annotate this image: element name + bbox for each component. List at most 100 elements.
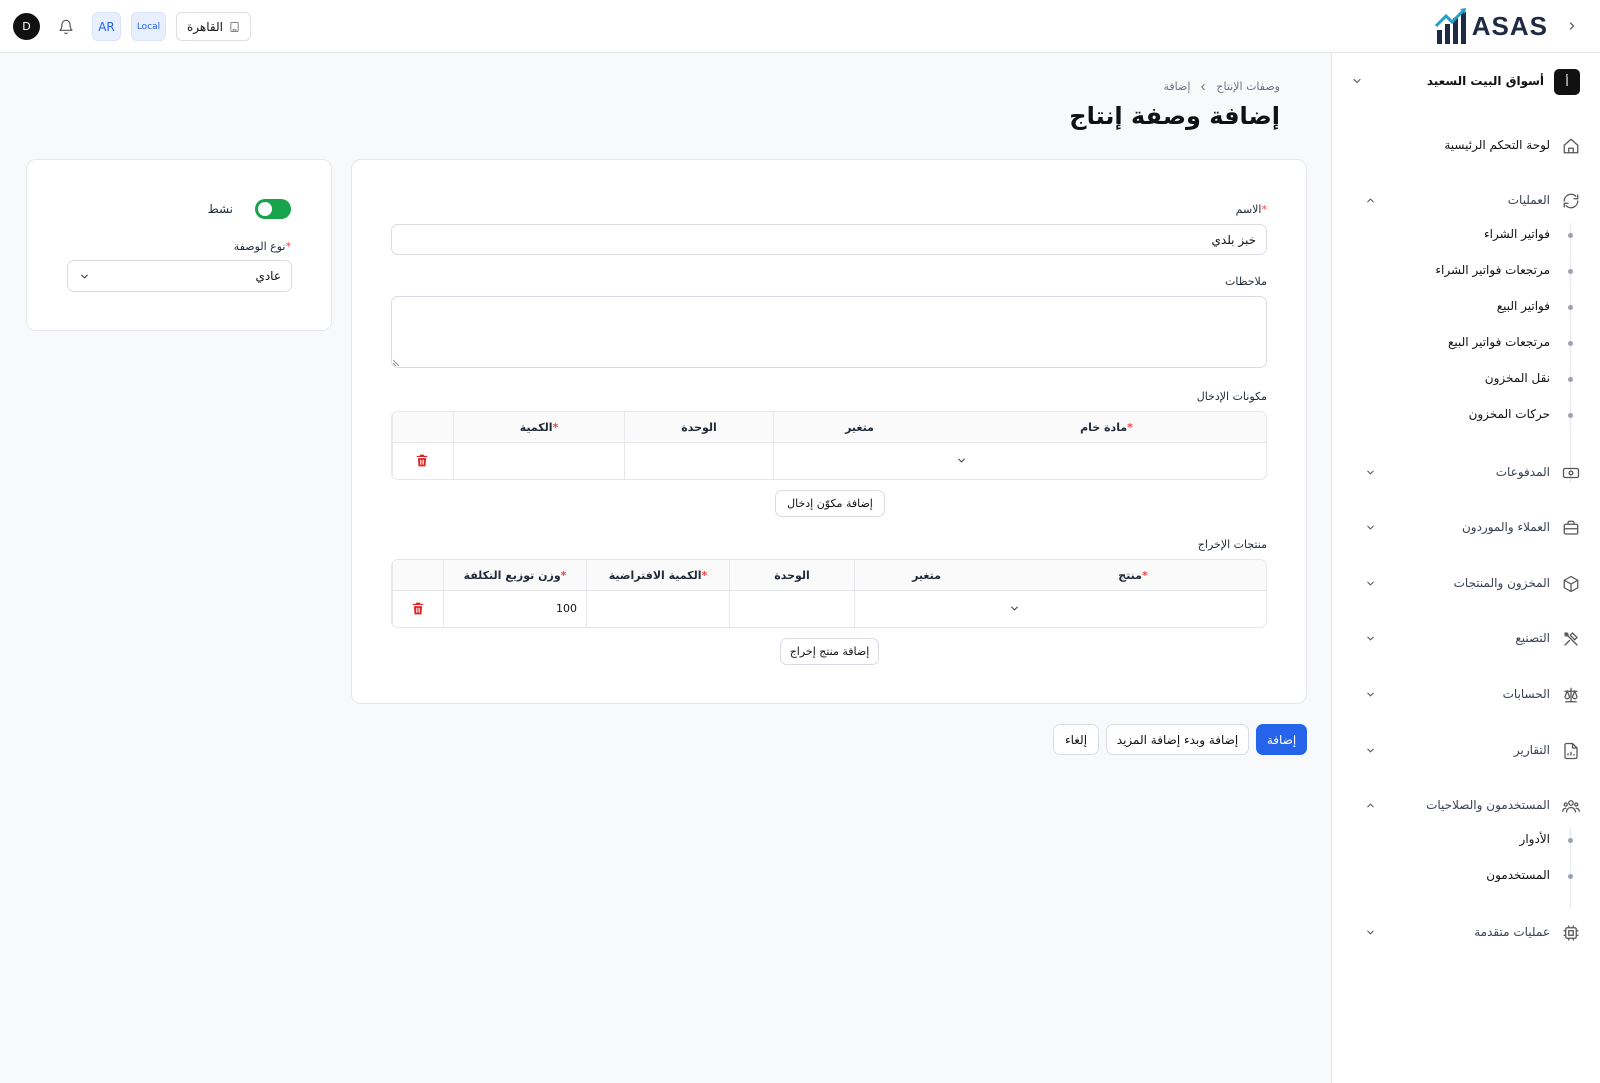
recipe-form-card: *الاسم خبز بلدي ملاحظات مكونات الإدخال *… [351, 159, 1307, 704]
briefcase-icon [1562, 519, 1580, 537]
sidebar-item-reports[interactable]: التقارير [1332, 733, 1600, 769]
sidebar-item-label: عمليات متقدمة [1474, 925, 1550, 939]
default-quantity-input[interactable] [586, 591, 729, 627]
column-header-variant: متغير [854, 560, 998, 590]
trash-icon[interactable] [415, 453, 429, 468]
column-header-variant: متغير [773, 412, 945, 442]
column-header-text: منتج [1118, 568, 1142, 582]
sidebar-subitem-sales-returns[interactable]: مرتجعات فواتير البيع [1332, 329, 1600, 357]
sidebar-subitem-label: حركات المخزون [1468, 407, 1550, 421]
sidebar-item-manufacturing[interactable]: التصنيع [1332, 621, 1600, 657]
column-header-unit: الوحدة [624, 412, 773, 442]
raw-material-select[interactable] [945, 443, 1266, 479]
sidebar-subitem-label: الأدوار [1519, 832, 1550, 846]
breadcrumb-parent[interactable]: وصفات الإنتاج [1216, 80, 1280, 93]
cost-weight-value: 100 [556, 602, 577, 615]
add-input-component-button[interactable]: إضافة مكوّن إدخال [775, 490, 885, 517]
name-label: *الاسم [1236, 203, 1267, 216]
chevron-right-icon[interactable] [1562, 16, 1582, 36]
user-avatar[interactable]: D [13, 13, 40, 40]
add-output-product-button[interactable]: إضافة منتج إخراج [780, 638, 879, 665]
chevron-up-icon [1365, 800, 1376, 811]
output-products-title: منتجات الإخراج [1197, 538, 1267, 551]
required-marker: * [1261, 203, 1268, 216]
sidebar-item-label: لوحة التحكم الرئيسية [1444, 138, 1550, 152]
top-bar-actions: D AR Local القاهرة [13, 12, 251, 41]
cancel-button[interactable]: إلغاء [1053, 724, 1099, 755]
add-button[interactable]: إضافة [1256, 724, 1307, 755]
output-products-table: * وزن توزيع التكلفة * الكمية الافتراضية ال… [391, 559, 1267, 628]
sidebar-item-label: المستخدمون والصلاحيات [1426, 798, 1550, 812]
table-header: * الكمية الوحدة متغير * مادة خام [392, 412, 1266, 443]
company-selector[interactable]: أ أسواق البيت السعيد [1351, 67, 1580, 97]
environment-badge[interactable]: Local [131, 12, 166, 41]
column-header-cost-weight: * وزن توزيع التكلفة [443, 560, 586, 590]
trash-icon[interactable] [411, 601, 425, 616]
file-chart-icon [1562, 742, 1580, 760]
chevron-down-icon [1365, 578, 1376, 589]
unit-input[interactable] [624, 443, 773, 479]
bullet [1568, 838, 1573, 843]
building-icon [229, 21, 240, 33]
sidebar-item-payments[interactable]: المدفوعات [1332, 455, 1600, 491]
sidebar-subitem-purchase-returns[interactable]: مرتجعات فواتير الشراء [1332, 257, 1600, 285]
sidebar-item-customers-suppliers[interactable]: العملاء والموردون [1332, 510, 1600, 546]
logo[interactable]: ASAS [1434, 6, 1548, 46]
cpu-icon [1562, 924, 1580, 942]
bullet [1568, 874, 1573, 879]
bell-icon[interactable] [52, 13, 80, 41]
variant-select[interactable] [854, 591, 998, 627]
chevron-down-icon [1365, 522, 1376, 533]
sidebar-item-operations[interactable]: العمليات [1332, 183, 1600, 219]
branch-selector[interactable]: القاهرة [176, 12, 251, 41]
chevron-down-icon [1365, 927, 1376, 938]
branch-label: القاهرة [187, 19, 223, 34]
table-header: * وزن توزيع التكلفة * الكمية الافتراضية ال… [392, 560, 1266, 591]
sidebar-item-label: العمليات [1507, 193, 1550, 207]
column-header-quantity: * الكمية [453, 412, 624, 442]
sidebar-subitem-stock-movements[interactable]: حركات المخزون [1332, 401, 1600, 429]
sidebar-item-advanced[interactable]: عمليات متقدمة [1332, 915, 1600, 951]
language-button[interactable]: AR [92, 12, 121, 41]
column-header-product: * منتج [998, 560, 1266, 590]
sidebar-item-accounts[interactable]: الحسابات [1332, 677, 1600, 713]
sidebar-subitem-purchase-invoices[interactable]: فواتير الشراء [1332, 221, 1600, 249]
product-select[interactable] [998, 591, 1266, 627]
chevron-down-icon [1011, 606, 1018, 611]
name-input[interactable]: خبز بلدي [391, 224, 1267, 255]
breadcrumb-current: إضافة [1163, 80, 1191, 93]
recipe-type-label-text: نوع الوصفة [233, 240, 286, 253]
recipe-type-select[interactable]: عادي [67, 260, 292, 292]
required-marker: * [1141, 568, 1148, 582]
quantity-input[interactable] [453, 443, 624, 479]
unit-input[interactable] [729, 591, 854, 627]
sidebar-item-label: العملاء والموردون [1461, 520, 1550, 534]
sidebar-subitem-roles[interactable]: الأدوار [1332, 826, 1600, 854]
column-header-default-quantity: * الكمية الافتراضية [586, 560, 729, 590]
breadcrumb: وصفات الإنتاج إضافة [1164, 80, 1281, 93]
chevron-down-icon [1351, 75, 1363, 87]
home-icon [1562, 137, 1580, 155]
column-header-text: مادة خام [1080, 420, 1128, 434]
sidebar-item-inventory-products[interactable]: المخزون والمنتجات [1332, 566, 1600, 602]
notes-textarea[interactable] [391, 296, 1267, 368]
refresh-icon [1562, 192, 1580, 210]
notes-label: ملاحظات [1225, 275, 1267, 288]
sidebar-subitem-label: مرتجعات فواتير الشراء [1435, 263, 1550, 277]
sidebar-subitem-sales-invoices[interactable]: فواتير البيع [1332, 293, 1600, 321]
active-toggle[interactable] [255, 199, 291, 219]
recipe-type-value: عادي [255, 269, 281, 283]
variant-select[interactable] [773, 443, 945, 479]
cost-weight-input[interactable]: 100 [443, 591, 586, 627]
actions-column-header [392, 560, 443, 590]
sidebar-item-dashboard[interactable]: لوحة التحكم الرئيسية [1332, 128, 1600, 164]
sidebar-item-users-permissions[interactable]: المستخدمون والصلاحيات [1332, 788, 1600, 824]
add-and-new-button[interactable]: إضافة وبدء إضافة المزيد [1106, 724, 1249, 755]
sidebar-subitem-users[interactable]: المستخدمون [1332, 862, 1600, 890]
chevron-down-icon [1365, 467, 1376, 478]
sidebar-subitem-stock-transfer[interactable]: نقل المخزون [1332, 365, 1600, 393]
sidebar-subitem-label: نقل المخزون [1484, 371, 1550, 385]
bullet [1568, 269, 1573, 274]
sidebar: أ أسواق البيت السعيد لوحة التحكم الرئيسي… [1331, 53, 1600, 1083]
required-marker: * [285, 240, 292, 253]
